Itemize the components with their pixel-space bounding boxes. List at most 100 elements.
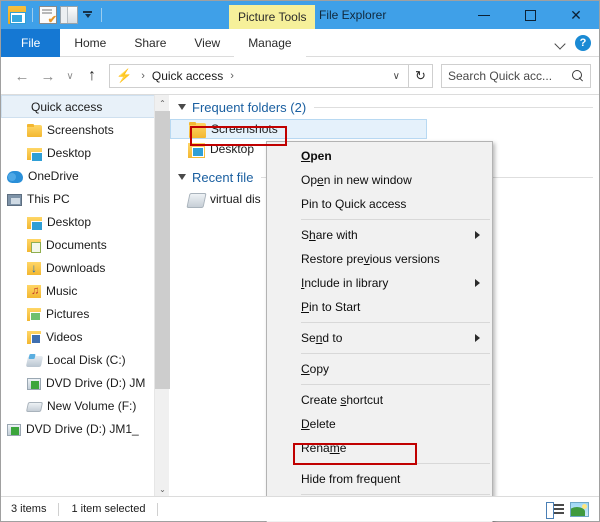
menu-item-include-in-library[interactable]: Include in library xyxy=(267,271,492,295)
customize-chevron-icon[interactable] xyxy=(81,8,95,22)
title-bar: Picture Tools File Explorer ✕ xyxy=(1,1,599,29)
forward-icon: → xyxy=(40,67,56,85)
back-button[interactable]: ← xyxy=(9,63,35,89)
sidebar-item-documents[interactable]: Documents xyxy=(1,233,169,256)
scrollbar-thumb[interactable] xyxy=(155,111,170,389)
doc-icon xyxy=(27,239,41,253)
tab-view[interactable]: View xyxy=(180,29,234,57)
large-icons-view-icon[interactable] xyxy=(570,501,589,517)
vol-icon xyxy=(186,193,207,208)
close-button[interactable]: ✕ xyxy=(553,1,599,29)
address-dropdown-icon[interactable]: ∨ xyxy=(393,71,404,82)
menu-item-pin-to-quick-access[interactable]: Pin to Quick access xyxy=(267,192,492,216)
qat-divider-2 xyxy=(101,8,102,22)
menu-item-restore-previous-versions[interactable]: Restore previous versions xyxy=(267,247,492,271)
menu-item-create-shortcut[interactable]: Create shortcut xyxy=(267,388,492,412)
navigation-scrollbar[interactable]: ⌃ ⌄ xyxy=(154,95,170,497)
sidebar-item-dvd-drive-d-jm1[interactable]: DVD Drive (D:) JM1_ xyxy=(1,417,169,440)
menu-gutter xyxy=(267,295,295,319)
properties-icon[interactable] xyxy=(39,6,57,26)
minimize-button[interactable] xyxy=(461,1,507,29)
menu-item-pin-to-start[interactable]: Pin to Start xyxy=(267,295,492,319)
sidebar-item-desktop[interactable]: Desktop xyxy=(1,141,169,164)
tab-share[interactable]: Share xyxy=(120,29,180,57)
sidebar-item-desktop[interactable]: Desktop xyxy=(1,210,169,233)
sidebar-item-new-volume-f[interactable]: New Volume (F:) xyxy=(1,394,169,417)
list-item[interactable]: Screenshots xyxy=(170,119,427,139)
sidebar-item-label: DVD Drive (D:) JM1_ xyxy=(26,421,139,436)
scroll-up-button[interactable]: ⌃ xyxy=(155,95,170,111)
sidebar-item-downloads[interactable]: Downloads xyxy=(1,256,169,279)
sidebar-item-videos[interactable]: Videos xyxy=(1,325,169,348)
status-item-count: 3 items xyxy=(11,503,47,515)
menu-item-send-to[interactable]: Send to xyxy=(267,326,492,350)
sidebar-item-this-pc[interactable]: This PC xyxy=(1,187,169,210)
sidebar-item-onedrive[interactable]: OneDrive xyxy=(1,164,169,187)
sidebar-item-pictures[interactable]: Pictures xyxy=(1,302,169,325)
menu-item-label: Restore previous versions xyxy=(301,252,440,266)
sidebar-item-music[interactable]: Music xyxy=(1,279,169,302)
breadcrumb-separator-1[interactable]: › xyxy=(225,70,239,82)
menu-item-label: Rename xyxy=(301,441,347,455)
submenu-arrow-icon xyxy=(475,279,480,287)
contextual-tab-picture-tools[interactable]: Picture Tools xyxy=(229,5,316,29)
tab-manage[interactable]: Manage xyxy=(234,29,306,57)
submenu-arrow-icon xyxy=(475,231,480,239)
breadcrumb-separator-0: › xyxy=(141,70,145,82)
tab-share-label: Share xyxy=(134,36,167,50)
help-icon[interactable]: ? xyxy=(575,34,591,51)
menu-separator xyxy=(301,219,490,220)
status-divider-2 xyxy=(157,502,159,516)
menu-item-open-in-new-window[interactable]: Open in new window xyxy=(267,168,492,192)
cloud-icon xyxy=(7,171,23,183)
menu-separator xyxy=(301,353,490,354)
menu-item-copy[interactable]: Copy xyxy=(267,357,492,381)
menu-item-label: Open xyxy=(301,149,332,163)
sidebar-item-local-disk-c[interactable]: Local Disk (C:) xyxy=(1,348,169,371)
menu-item-hide-from-frequent[interactable]: Hide from frequent xyxy=(267,467,492,491)
triangle-collapse-icon[interactable] xyxy=(178,104,186,110)
sidebar-item-label: Quick access xyxy=(31,99,103,114)
search-icon[interactable] xyxy=(572,70,584,82)
sidebar-item-quick-access[interactable]: Quick access xyxy=(1,95,169,118)
triangle-collapse-icon[interactable] xyxy=(178,174,186,180)
refresh-button[interactable]: ↻ xyxy=(409,64,433,88)
sidebar-item-screenshots[interactable]: Screenshots xyxy=(1,118,169,141)
menu-gutter xyxy=(267,326,295,350)
forward-button[interactable]: → xyxy=(35,63,61,89)
menu-item-share-with[interactable]: Share with xyxy=(267,223,492,247)
chevron-down-icon[interactable] xyxy=(555,37,567,49)
new-folder-icon[interactable] xyxy=(60,6,78,24)
search-input[interactable]: Search Quick acc... xyxy=(448,69,572,83)
maximize-button[interactable] xyxy=(507,1,553,29)
up-button[interactable]: ↑ xyxy=(79,63,105,89)
menu-item-open[interactable]: Open xyxy=(267,144,492,168)
dvd-icon xyxy=(27,377,41,390)
menu-gutter xyxy=(267,247,295,271)
breadcrumb-quick-access[interactable]: Quick access xyxy=(150,69,225,83)
status-divider xyxy=(58,502,60,516)
sidebar-item-label: Videos xyxy=(46,329,83,344)
sidebar-item-label: Documents xyxy=(46,237,107,252)
accelerator-char: I xyxy=(301,276,305,290)
details-view-icon[interactable] xyxy=(546,501,564,519)
chevron-up-icon: ⌃ xyxy=(159,98,166,108)
menu-item-label: Share with xyxy=(301,228,358,242)
refresh-icon: ↻ xyxy=(415,68,426,83)
menu-item-delete[interactable]: Delete xyxy=(267,412,492,436)
explorer-icon[interactable] xyxy=(8,6,26,24)
search-box[interactable]: Search Quick acc... xyxy=(441,64,591,88)
group-header[interactable]: Frequent folders (2) xyxy=(170,95,599,119)
navigation-bar: ← → ∨ ↑ ⚡ › Quick access › ∨ ↻ Search Qu… xyxy=(1,58,599,94)
qat-divider xyxy=(32,8,33,22)
tab-home[interactable]: Home xyxy=(60,29,120,57)
menu-item-label: Hide from frequent xyxy=(301,472,401,486)
scroll-down-button[interactable]: ⌄ xyxy=(155,481,170,497)
tab-home-label: Home xyxy=(74,36,107,50)
address-bar[interactable]: ⚡ › Quick access › ∨ xyxy=(109,64,409,88)
recent-locations-button[interactable]: ∨ xyxy=(61,63,79,89)
menu-item-rename[interactable]: Rename xyxy=(267,436,492,460)
sidebar-item-dvd-drive-d-jm[interactable]: DVD Drive (D:) JM xyxy=(1,371,169,394)
menu-gutter xyxy=(267,357,295,381)
tab-file[interactable]: File xyxy=(1,29,61,57)
